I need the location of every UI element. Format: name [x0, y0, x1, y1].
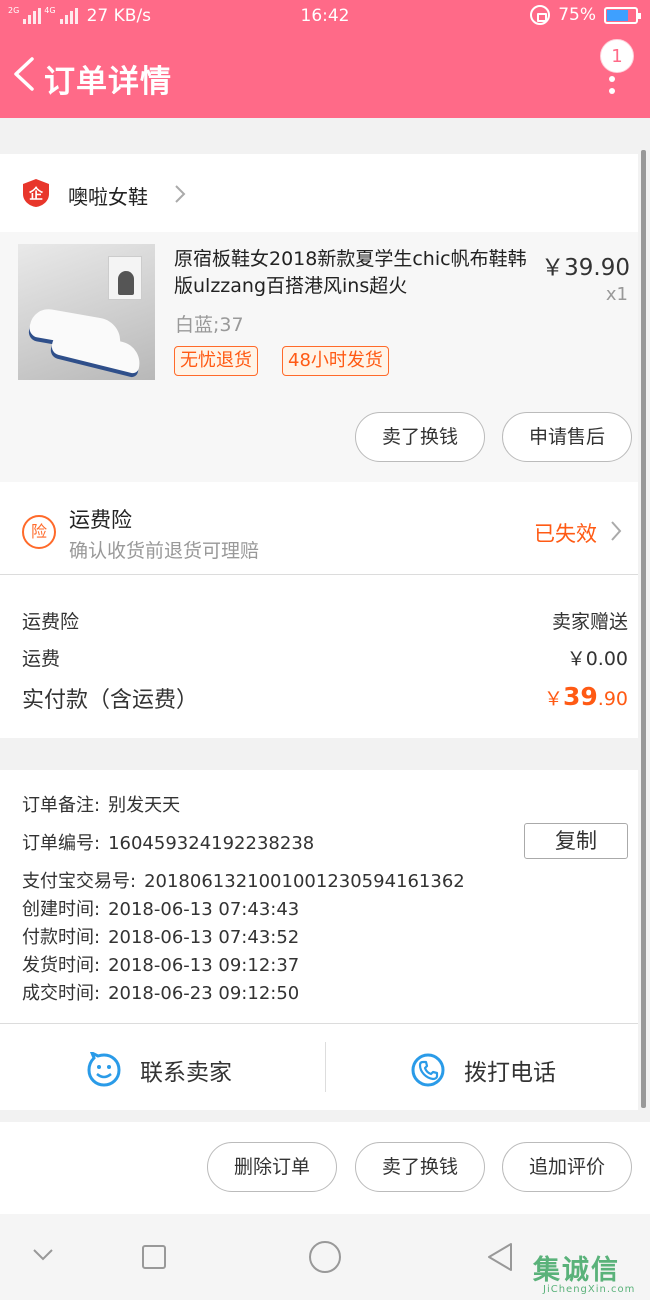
product-price: ￥39.90	[541, 255, 630, 281]
info-row-shipped: 发货时间: 2018-06-13 09:12:37	[22, 955, 300, 976]
recent-apps-icon[interactable]	[141, 1244, 167, 1270]
divider	[0, 574, 638, 575]
status-right: 75%	[530, 5, 641, 25]
info-row-alipay-number: 支付宝交易号: 2018061321001001230594161362	[22, 871, 465, 892]
battery-percent: 75%	[558, 5, 596, 25]
fee-row-shipping: 运费 ￥0.00	[22, 644, 628, 671]
chevron-down-icon[interactable]	[32, 1248, 54, 1262]
add-review-button[interactable]: 追加评价	[502, 1142, 632, 1192]
copy-button[interactable]: 复制	[524, 823, 628, 859]
sell-for-cash-button[interactable]: 卖了换钱	[355, 1142, 485, 1192]
total-value: ￥39.90	[543, 682, 628, 711]
call-phone-button[interactable]: 拨打电话	[410, 1040, 556, 1100]
delete-order-button[interactable]: 删除订单	[207, 1142, 337, 1192]
after-sales-button[interactable]: 申请售后	[502, 412, 632, 462]
product-sku: 白蓝;37	[175, 314, 244, 336]
sell-for-cash-button[interactable]: 卖了换钱	[355, 412, 485, 462]
insurance-title: 运费险	[69, 508, 132, 532]
info-row-created: 创建时间: 2018-06-13 07:43:43	[22, 899, 300, 920]
chevron-right-icon[interactable]	[610, 520, 622, 542]
contact-seller-button[interactable]: 联系卖家	[86, 1040, 232, 1100]
watermark-url: JiChengXin.com	[543, 1284, 636, 1295]
call-phone-label: 拨打电话	[464, 1060, 556, 1086]
insurance-subtitle: 确认收货前退货可理赔	[69, 540, 260, 562]
home-icon[interactable]	[308, 1240, 342, 1274]
insurance-icon: 险	[22, 515, 56, 549]
info-row-paid: 付款时间: 2018-06-13 07:43:52	[22, 927, 300, 948]
fee-row-insurance: 运费险 卖家赠送	[22, 607, 628, 634]
product-title[interactable]: 原宿板鞋女2018新款夏学生chic帆布鞋韩版ulzzang百搭港风ins超火	[174, 246, 534, 300]
fee-value: 卖家赠送	[551, 611, 628, 633]
app-header: 2G 4G 27 KB/s 16:42 75% 订单详情 1	[0, 0, 650, 118]
tag-48h-ship: 48小时发货	[282, 346, 389, 376]
status-bar: 2G 4G 27 KB/s 16:42 75%	[0, 0, 650, 34]
chevron-right-icon[interactable]	[174, 184, 186, 204]
divider	[0, 1023, 638, 1024]
fee-row-total: 实付款（含运费） ￥39.90	[22, 682, 628, 714]
fee-label: 运费	[22, 648, 61, 670]
fee-label: 运费险	[22, 611, 80, 633]
product-image[interactable]	[18, 244, 155, 380]
phone-icon	[411, 1053, 445, 1087]
fee-value: ￥0.00	[566, 648, 628, 670]
svg-text:企: 企	[28, 186, 44, 203]
shop-logo-icon: 企	[23, 179, 49, 207]
page-title: 订单详情	[44, 64, 172, 100]
notification-badge: 1	[600, 39, 634, 73]
total-label: 实付款（含运费）	[22, 688, 199, 713]
info-row-note: 订单备注: 别发天天	[22, 795, 181, 816]
tag-free-return: 无忧退货	[174, 346, 258, 376]
watermark-logo: 集诚信 JiChengXin.com	[533, 1248, 650, 1300]
back-arrow-icon[interactable]	[10, 56, 40, 92]
info-row-completed: 成交时间: 2018-06-23 09:12:50	[22, 983, 300, 1004]
shop-name[interactable]: 噢啦女鞋	[68, 181, 148, 210]
battery-icon	[604, 6, 641, 24]
chat-smile-icon	[87, 1052, 121, 1087]
rotation-lock-icon	[530, 5, 551, 25]
watermark-text: 集诚信	[533, 1255, 620, 1286]
back-triangle-icon[interactable]	[486, 1242, 514, 1272]
product-quantity: x1	[605, 284, 628, 305]
scrollbar[interactable]	[641, 150, 646, 1108]
contact-seller-label: 联系卖家	[140, 1060, 232, 1086]
insurance-status[interactable]: 已失效	[534, 518, 597, 548]
info-row-order-number: 订单编号: 160459324192238238	[22, 833, 315, 854]
divider	[325, 1042, 326, 1092]
